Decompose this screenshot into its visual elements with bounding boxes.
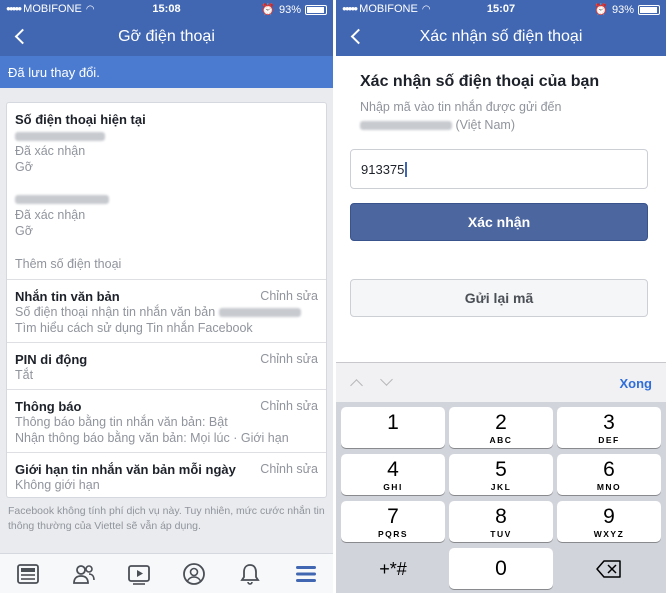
battery-percent: 93% [611,3,634,16]
sms-receive-line: Số điện thoại nhận tin nhắn văn bản [15,305,301,319]
confirm-phone-screen: ●●●●● MOBIFONE ◠ 15:07 ⏰ 93% Xác nhận số đi… [336,0,666,593]
remove-phone-screen: ●●●●● MOBIFONE ◠ 15:08 ⏰ 93% Gỡ điện thoại … [0,0,333,593]
pin-section[interactable]: PIN di động Chỉnh sửa Tắt [7,342,326,389]
notifications-icon[interactable] [238,563,262,585]
keyboard-toolbar: Xong [336,362,666,402]
key-1[interactable]: 1 [341,407,445,448]
watch-icon[interactable] [127,563,151,585]
tab-bar [0,553,333,593]
backspace-key[interactable] [557,548,661,589]
status-bar: ●●●●● MOBIFONE ◠ 15:07 ⏰ 93% [336,0,666,18]
nav-bar: ●●●●● MOBIFONE ◠ 15:08 ⏰ 93% Gỡ điện thoại [0,0,333,56]
confirm-description: Nhập mã vào tin nhắn được gửi đến (Việt … [360,100,562,134]
sms-learn-link[interactable]: Tìm hiểu cách sử dụng Tin nhắn Facebook [15,321,253,335]
text-caret [405,162,407,177]
key-2[interactable]: 2 ABC [449,407,553,448]
numeric-keypad: 1 2 ABC 3 DEF 4 GHI 5 JKL 6 MNO 7 PQRS 8 TUV 9W… [336,402,666,593]
phones-section: Số điện thoại hiện tại Đã xác nhận Gỡ Đã… [7,103,326,279]
sms-title: Nhắn tin văn bản [15,289,120,304]
settings-card: Số điện thoại hiện tại Đã xác nhận Gỡ Đã… [6,102,327,498]
notifications-line-2: Nhận thông báo bằng văn bản: Mọi lúc · G… [15,431,289,445]
saved-banner: Đã lưu thay đổi. [0,56,333,88]
remove-phone-link[interactable]: Gỡ [15,224,33,238]
done-button[interactable]: Xong [620,376,653,391]
notifications-line-1: Thông báo bằng tin nhắn văn bản: Bật [15,415,228,429]
key-0[interactable]: 0 [449,548,553,589]
profile-icon[interactable] [182,563,206,585]
key-4[interactable]: 4 GHI [341,454,445,495]
pin-edit-link[interactable]: Chỉnh sửa [260,352,318,366]
daily-limit-title: Giới hạn tin nhắn văn bản mỗi ngày [15,462,236,477]
key-6[interactable]: 6 MNO [557,454,661,495]
add-phone-link[interactable]: Thêm số điện thoại [15,257,121,271]
billing-footnote: Facebook không tính phí dịch vụ này. Tuy… [8,505,325,532]
page-title: Xác nhận số điện thoại [419,28,583,45]
backspace-icon [596,560,621,578]
phones-header: Số điện thoại hiện tại [15,112,146,127]
key-8[interactable]: 8 TUV [449,501,553,542]
phone-status: Đã xác nhận [15,208,86,222]
pin-value: Tắt [15,368,34,382]
page-title: Gỡ điện thoại [118,28,215,45]
battery-icon [638,4,660,15]
key-5[interactable]: 5 JKL [449,454,553,495]
friends-icon[interactable] [72,563,96,585]
phone-status: Đã xác nhận [15,144,86,158]
daily-limit-edit-link[interactable]: Chỉnh sửa [260,462,318,476]
key-9[interactable]: 9 WXYZ [557,501,661,542]
masked-destination: (Việt Nam) [360,116,561,134]
alarm-icon: ⏰ [261,4,275,16]
news-feed-icon[interactable] [16,563,40,585]
pin-title: PIN di động [15,352,88,367]
sms-edit-link[interactable]: Chỉnh sửa [260,289,318,303]
nav-bar: ●●●●● MOBIFONE ◠ 15:07 ⏰ 93% Xác nhận số đi… [336,0,666,56]
key-symbols[interactable]: +*# [341,548,445,589]
key-7[interactable]: 7 PQRS [341,501,445,542]
menu-icon[interactable] [294,563,318,585]
chevron-down-icon[interactable] [380,373,393,386]
notifications-edit-link[interactable]: Chỉnh sửa [260,399,318,413]
confirm-heading: Xác nhận số điện thoại của bạn [360,73,600,90]
key-3[interactable]: 3 DEF [557,407,661,448]
alarm-icon: ⏰ [594,4,608,16]
battery-percent: 93% [278,3,301,16]
masked-phone-number [15,192,109,206]
daily-limit-value: Không giới hạn [15,478,100,492]
notifications-section[interactable]: Thông báo Chỉnh sửa Thông báo bằng tin n… [7,389,326,452]
chevron-up-icon[interactable] [350,379,363,392]
notifications-title: Thông báo [15,399,82,414]
confirm-button[interactable]: Xác nhận [350,203,648,241]
resend-code-button[interactable]: Gửi lại mã [350,279,648,317]
daily-limit-section[interactable]: Giới hạn tin nhắn văn bản mỗi ngày Chỉnh… [7,452,326,499]
sms-section[interactable]: Nhắn tin văn bản Chỉnh sửa Số điện thoại… [7,279,326,342]
battery-icon [305,4,327,15]
masked-phone-number [15,129,105,143]
status-bar: ●●●●● MOBIFONE ◠ 15:08 ⏰ 93% [0,0,333,18]
remove-phone-link[interactable]: Gỡ [15,160,33,174]
confirmation-code-input[interactable]: 913375 [350,149,648,189]
